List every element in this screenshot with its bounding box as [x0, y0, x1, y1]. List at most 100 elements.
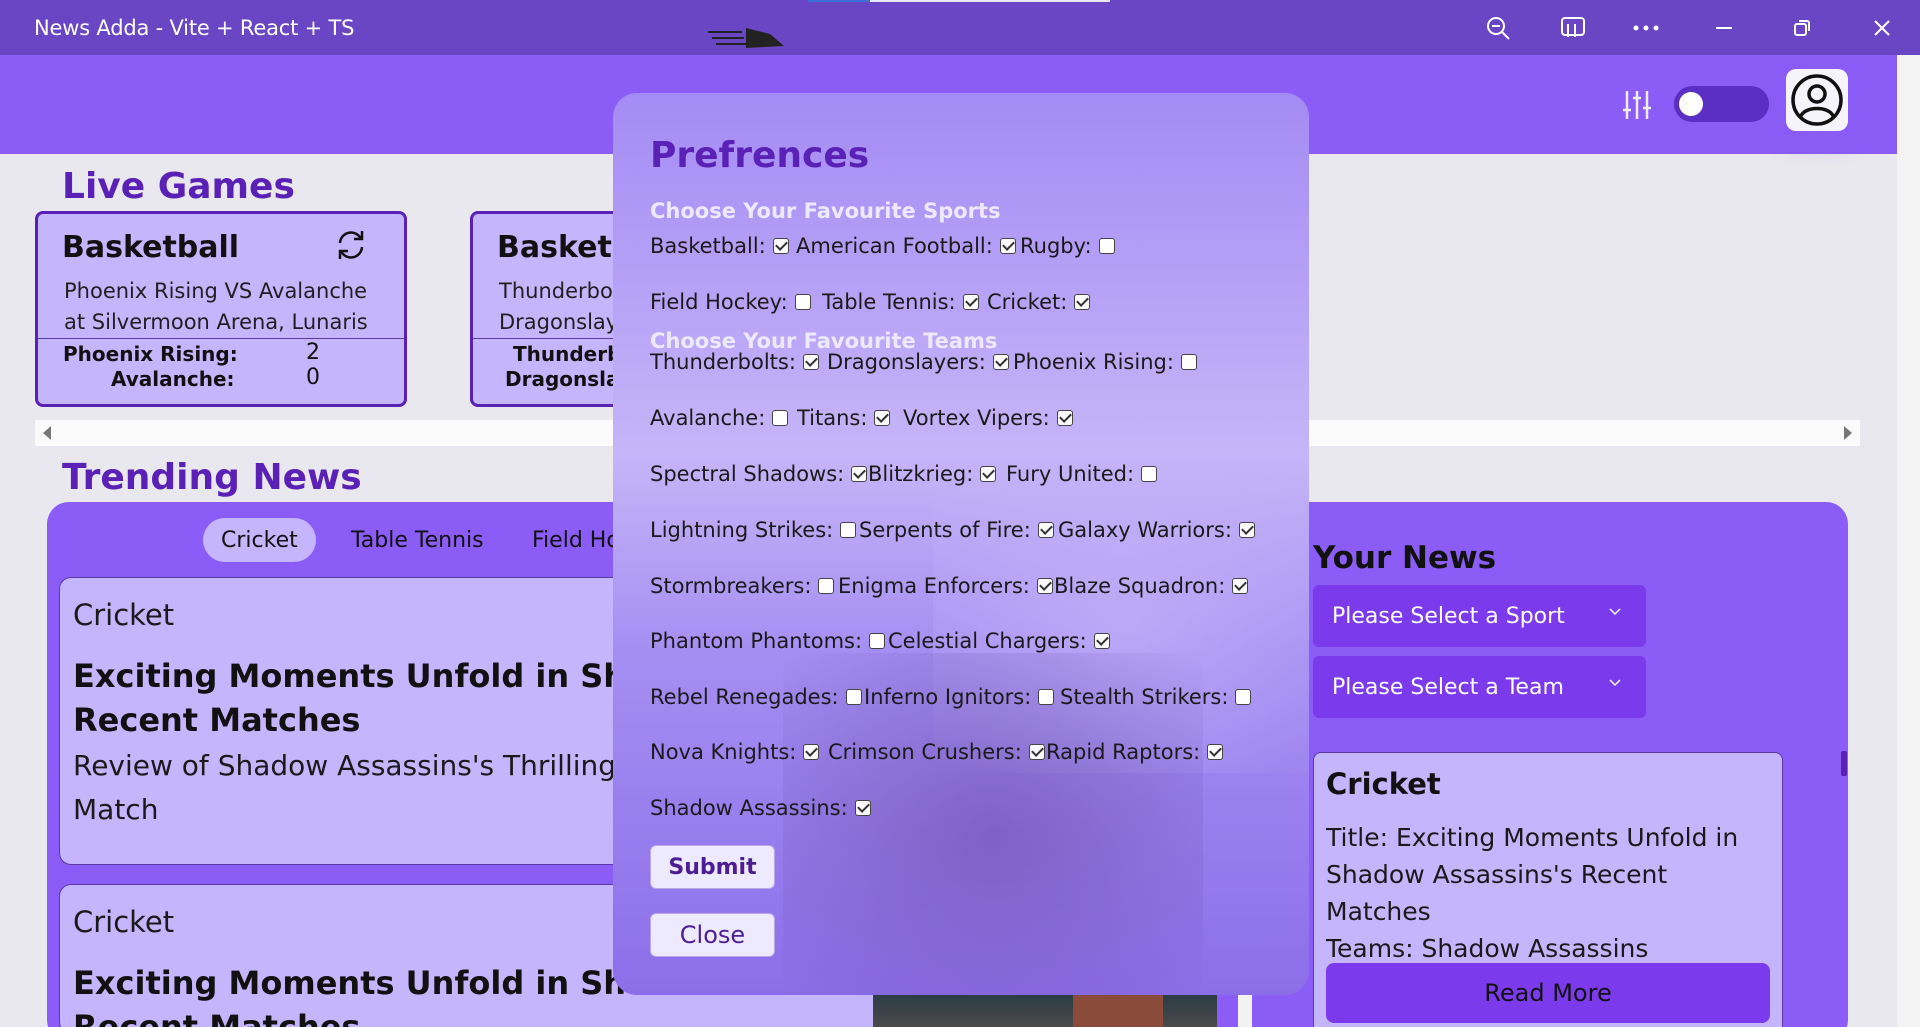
pref-option-enigma-enforcers[interactable]: Enigma Enforcers:: [838, 574, 1053, 598]
news-card[interactable]: Cricket Exciting Moments Unfold in Shado…: [59, 577, 699, 865]
more-options-icon[interactable]: [1616, 0, 1676, 55]
rocket-logo-icon[interactable]: [706, 20, 786, 54]
pref-option-cricket[interactable]: Cricket:: [987, 290, 1091, 314]
checkbox[interactable]: [992, 354, 1009, 370]
submit-button[interactable]: Submit: [650, 845, 775, 889]
pref-option-rugby[interactable]: Rugby:: [1020, 234, 1115, 258]
pref-option-spectral-shadows[interactable]: Spectral Shadows:: [650, 462, 868, 486]
checkbox[interactable]: [1056, 410, 1073, 426]
pref-option-celestial-chargers[interactable]: Celestial Chargers:: [888, 629, 1110, 653]
news-thumbnail: [873, 993, 1217, 1027]
checkbox[interactable]: [869, 633, 886, 649]
pref-option-label: Crimson Crushers:: [828, 740, 1022, 764]
checkbox[interactable]: [874, 410, 891, 426]
pref-option-crimson-crushers[interactable]: Crimson Crushers:: [828, 740, 1045, 764]
tab-table-tennis[interactable]: Table Tennis: [333, 518, 502, 562]
pref-option-rapid-raptors[interactable]: Rapid Raptors:: [1046, 740, 1224, 764]
your-news-scroll-thumb[interactable]: [1841, 751, 1847, 776]
checkbox[interactable]: [851, 466, 868, 482]
checkbox[interactable]: [854, 800, 871, 816]
checkbox[interactable]: [1098, 238, 1115, 254]
checkbox[interactable]: [1093, 633, 1110, 649]
your-news-teams-line: Teams: Shadow Assassins: [1326, 934, 1649, 963]
preferences-title: Prefrences: [650, 135, 870, 176]
checkbox[interactable]: [1141, 466, 1158, 482]
checkbox[interactable]: [1207, 744, 1224, 760]
cast-icon[interactable]: [1543, 0, 1603, 55]
team2-score: 0: [306, 365, 320, 390]
zoom-icon[interactable]: [1468, 0, 1528, 55]
checkbox[interactable]: [1238, 522, 1255, 538]
pref-option-american-football[interactable]: American Football:: [796, 234, 1016, 258]
pref-option-serpents-of-fire[interactable]: Serpents of Fire:: [859, 518, 1054, 542]
pref-option-lightning-strikes[interactable]: Lightning Strikes:: [650, 518, 857, 542]
pref-option-galaxy-warriors[interactable]: Galaxy Warriors:: [1058, 518, 1255, 542]
pref-option-stormbreakers[interactable]: Stormbreakers:: [650, 574, 835, 598]
team-select[interactable]: Please Select a Team: [1313, 656, 1646, 718]
tab-indicator-light: [870, 0, 1110, 2]
checkbox[interactable]: [1036, 578, 1053, 594]
checkbox[interactable]: [1235, 689, 1252, 705]
pref-option-rebel-renegades[interactable]: Rebel Renegades:: [650, 685, 862, 709]
scroll-left-icon[interactable]: [43, 426, 51, 440]
minimize-icon[interactable]: [1694, 0, 1754, 55]
refresh-icon[interactable]: [334, 228, 368, 266]
checkbox[interactable]: [845, 689, 862, 705]
checkbox[interactable]: [1038, 689, 1055, 705]
close-button[interactable]: Close: [650, 913, 775, 957]
checkbox[interactable]: [803, 744, 820, 760]
read-more-button[interactable]: Read More: [1326, 963, 1770, 1023]
pref-option-titans[interactable]: Titans:: [797, 406, 891, 430]
pref-option-inferno-ignitors[interactable]: Inferno Ignitors:: [864, 685, 1055, 709]
pref-option-basketball[interactable]: Basketball:: [650, 234, 789, 258]
restore-icon[interactable]: [1772, 0, 1832, 55]
pref-option-field-hockey[interactable]: Field Hockey:: [650, 290, 811, 314]
pref-option-thunderbolts[interactable]: Thunderbolts:: [650, 350, 819, 374]
pref-option-phoenix-rising[interactable]: Phoenix Rising:: [1013, 350, 1197, 374]
checkbox[interactable]: [794, 294, 811, 310]
pref-option-label: Avalanche:: [650, 406, 766, 430]
pref-option-fury-united[interactable]: Fury United:: [1006, 462, 1158, 486]
news-list-scrollbar[interactable]: [1238, 993, 1252, 1027]
checkbox[interactable]: [818, 578, 835, 594]
pref-option-label: Thunderbolts:: [650, 350, 796, 374]
checkbox[interactable]: [772, 238, 789, 254]
pref-option-stealth-strikers[interactable]: Stealth Strikers:: [1060, 685, 1252, 709]
pref-option-label: Phoenix Rising:: [1013, 350, 1174, 374]
pref-option-shadow-assassins[interactable]: Shadow Assassins:: [650, 796, 871, 820]
checkbox[interactable]: [980, 466, 997, 482]
team2-name: Avalanche:: [111, 367, 235, 391]
pref-option-blitzkrieg[interactable]: Blitzkrieg:: [868, 462, 997, 486]
close-window-icon[interactable]: [1852, 0, 1912, 55]
page-scrollbar[interactable]: [1897, 55, 1920, 1027]
theme-toggle[interactable]: [1674, 86, 1769, 122]
pref-option-label: Rapid Raptors:: [1046, 740, 1201, 764]
checkbox[interactable]: [1037, 522, 1054, 538]
checkbox[interactable]: [962, 294, 979, 310]
checkbox[interactable]: [1028, 744, 1045, 760]
pref-option-dragonslayers[interactable]: Dragonslayers:: [827, 350, 1009, 374]
filter-sliders-icon[interactable]: [1622, 88, 1652, 126]
pref-option-label: Phantom Phantoms:: [650, 629, 863, 653]
sport-select[interactable]: Please Select a Sport: [1313, 585, 1646, 647]
checkbox[interactable]: [1232, 578, 1249, 594]
pref-option-avalanche[interactable]: Avalanche:: [650, 406, 789, 430]
checkbox[interactable]: [772, 410, 789, 426]
card-divider: [38, 338, 404, 339]
pref-option-phantom-phantoms[interactable]: Phantom Phantoms:: [650, 629, 886, 653]
pref-option-label: American Football:: [796, 234, 993, 258]
tab-cricket[interactable]: Cricket: [203, 518, 316, 562]
pref-option-label: Rebel Renegades:: [650, 685, 839, 709]
checkbox[interactable]: [1074, 294, 1091, 310]
pref-option-nova-knights[interactable]: Nova Knights:: [650, 740, 820, 764]
checkbox[interactable]: [999, 238, 1016, 254]
pref-option-vortex-vipers[interactable]: Vortex Vipers:: [903, 406, 1073, 430]
pref-option-blaze-squadron[interactable]: Blaze Squadron:: [1054, 574, 1249, 598]
profile-button[interactable]: [1786, 69, 1848, 131]
checkbox[interactable]: [1180, 354, 1197, 370]
pref-option-table-tennis[interactable]: Table Tennis:: [822, 290, 979, 314]
live-game-card: Basketball Phoenix Rising VS Avalanche a…: [35, 211, 407, 407]
scroll-right-icon[interactable]: [1844, 426, 1852, 440]
checkbox[interactable]: [840, 522, 857, 538]
checkbox[interactable]: [802, 354, 819, 370]
